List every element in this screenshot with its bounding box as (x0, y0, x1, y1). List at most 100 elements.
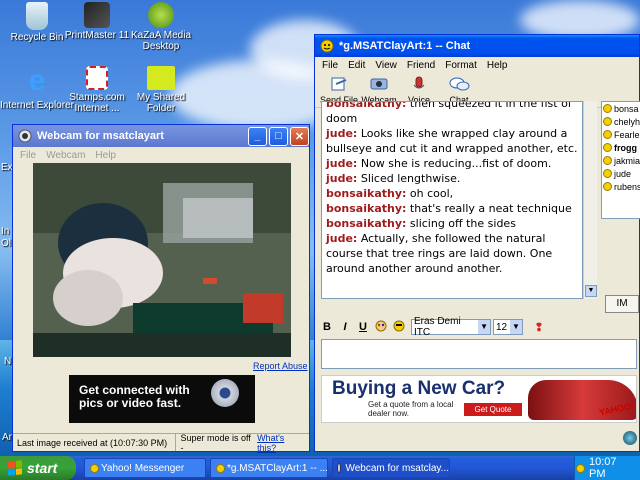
chat-message-user: jude: (326, 157, 358, 170)
recycle-bin-icon (26, 2, 48, 30)
taskbar-item-label: Yahoo! Messenger (101, 462, 185, 474)
user-list[interactable]: bonsa chelyh Fearle frogg jakmia jude rubens (601, 101, 640, 219)
user-list-item[interactable]: jude (602, 167, 640, 180)
user-list-item[interactable]: bonsa (602, 102, 640, 115)
size-select-value: 12 (496, 321, 508, 333)
desktop-icon-stamps[interactable]: Stamps.com Internet ... (60, 66, 134, 114)
user-status-icon (603, 117, 612, 126)
desktop-partial-label: Ex (1, 162, 13, 173)
user-name: jude (614, 168, 632, 179)
last-image-status: Last image received at (10:07:30 PM) (13, 434, 177, 451)
menu-file[interactable]: File (15, 150, 41, 161)
chat-message: jude: Looks like she wrapped clay around… (326, 126, 578, 156)
yahoo-tray-icon[interactable] (576, 463, 585, 473)
scroll-down-arrow[interactable]: ▼ (585, 285, 597, 297)
webcam-ad-text: Get connected with pics or video fast. (79, 383, 190, 410)
webcam-ad-camera-icon (211, 379, 239, 407)
desktop-icon-kazaa[interactable]: KaZaA Media Desktop (124, 2, 198, 52)
chat-log-scrollbar[interactable]: ▼ (583, 101, 597, 299)
user-name: Fearle (614, 129, 640, 140)
chat-message-text: slicing off the sides (406, 217, 516, 230)
chat-window-title: *g.MSATClayArt:1 -- Chat (339, 40, 471, 52)
ie-icon: e (28, 64, 46, 97)
webcam-icon (370, 78, 388, 90)
close-button[interactable]: ✕ (290, 126, 309, 146)
menu-file[interactable]: File (317, 60, 343, 71)
car-image (528, 380, 636, 420)
chat-message: bonsaikathy: then squeezed it in the fis… (326, 102, 578, 126)
chat-message-user: bonsaikathy: (326, 202, 407, 215)
webcam-video-frame (33, 163, 291, 357)
menu-webcam[interactable]: Webcam (41, 150, 90, 161)
emoticon-icon[interactable] (391, 320, 407, 335)
chat-message-text: Sliced lengthwise. (357, 172, 461, 185)
desktop-icon-shared-folder[interactable]: My Shared Folder (124, 66, 198, 114)
underline-button[interactable]: U (355, 321, 371, 333)
webcam-menubar: File Webcam Help (13, 147, 309, 164)
car-ad-headline: Buying a New Car? (332, 378, 506, 399)
super-mode-status: Super mode is off - What's this? (176, 433, 309, 453)
menu-help[interactable]: Help (482, 60, 513, 71)
menu-format[interactable]: Format (440, 60, 482, 71)
taskbar: start Yahoo! Messenger *g.MSATClayArt:1 … (0, 456, 640, 480)
user-status-icon (603, 156, 612, 165)
user-status-icon (603, 104, 612, 113)
report-abuse-link[interactable]: Report Abuse (253, 361, 308, 371)
chat-window: *g.MSATClayArt:1 -- Chat File Edit View … (314, 34, 640, 452)
start-label: start (27, 460, 58, 476)
user-name: bonsa (614, 103, 639, 114)
minimize-button[interactable]: _ (248, 126, 267, 146)
chat-message-user: jude: (326, 127, 358, 140)
menu-help[interactable]: Help (90, 150, 121, 161)
chat-log[interactable]: bonsaikathy: then squeezed it in the fis… (321, 101, 583, 299)
chat-titlebar[interactable]: *g.MSATClayArt:1 -- Chat (315, 35, 639, 57)
user-list-item[interactable]: rubens (602, 180, 640, 193)
color-palette-icon[interactable] (373, 320, 389, 335)
whats-this-link[interactable]: What's this? (257, 433, 305, 453)
user-list-item[interactable]: frogg (602, 141, 640, 154)
taskbar-item-yahoo-messenger[interactable]: Yahoo! Messenger (84, 458, 206, 478)
desktop-partial-label: N (4, 356, 12, 367)
webcam-window: Webcam for msatclayart _ □ ✕ File Webcam… (12, 124, 310, 453)
message-input[interactable] (321, 339, 637, 369)
webcam-app-icon (17, 128, 33, 144)
taskbar-item-chat[interactable]: *g.MSATClayArt:1 -- ... (210, 458, 328, 478)
taskbar-item-label: Webcam for msatclay... (345, 462, 449, 474)
user-list-item[interactable]: jakmia (602, 154, 640, 167)
webcam-ad-banner[interactable]: Get connected with pics or video fast. (69, 375, 255, 423)
chat-message-user: jude: (326, 172, 358, 185)
taskbar-item-webcam[interactable]: Webcam for msatclay... (332, 458, 450, 478)
format-toolbar: B I U Eras Demi ITC ▼ 12 ▼ ❢ (319, 316, 637, 338)
font-select[interactable]: Eras Demi ITC ▼ (411, 316, 491, 338)
desktop-icon-printmaster[interactable]: PrintMaster 11 (60, 2, 134, 41)
desktop-icon-label: Recycle Bin (10, 32, 64, 43)
size-select[interactable]: 12 ▼ (493, 319, 523, 335)
user-name: chelyh (614, 116, 640, 127)
yahoo-smiley-icon (319, 38, 335, 54)
start-button[interactable]: start (0, 456, 76, 480)
italic-button[interactable]: I (337, 321, 353, 333)
get-quote-button[interactable]: Get Quote (464, 403, 522, 416)
microphone-icon (413, 76, 425, 89)
im-button[interactable]: IM (605, 295, 639, 313)
webcam-titlebar[interactable]: Webcam for msatclayart _ □ ✕ (13, 125, 309, 147)
yahoo-smiley-icon (216, 463, 225, 473)
user-list-item[interactable]: chelyh (602, 115, 640, 128)
webcam-icon (337, 463, 342, 473)
maximize-button[interactable]: □ (269, 126, 288, 146)
menu-view[interactable]: View (370, 60, 402, 71)
desktop-icon-label: My Shared Folder (136, 92, 186, 114)
ignore-alert-icon[interactable]: ❢ (531, 321, 547, 334)
car-ad-banner[interactable]: Buying a New Car? Get a quote from a loc… (321, 375, 637, 423)
desktop-icon-label: KaZaA Media Desktop (130, 30, 192, 52)
user-status-icon (603, 169, 612, 178)
user-list-item[interactable]: Fearle (602, 128, 640, 141)
font-select-value: Eras Demi ITC (414, 316, 461, 338)
bold-button[interactable]: B (319, 321, 335, 333)
menu-edit[interactable]: Edit (343, 60, 370, 71)
webcam-image (33, 163, 291, 357)
desktop-partial-label: Ol (1, 238, 11, 249)
menu-friend[interactable]: Friend (402, 60, 440, 71)
printmaster-icon (84, 2, 110, 28)
user-name: jakmia (614, 155, 640, 166)
